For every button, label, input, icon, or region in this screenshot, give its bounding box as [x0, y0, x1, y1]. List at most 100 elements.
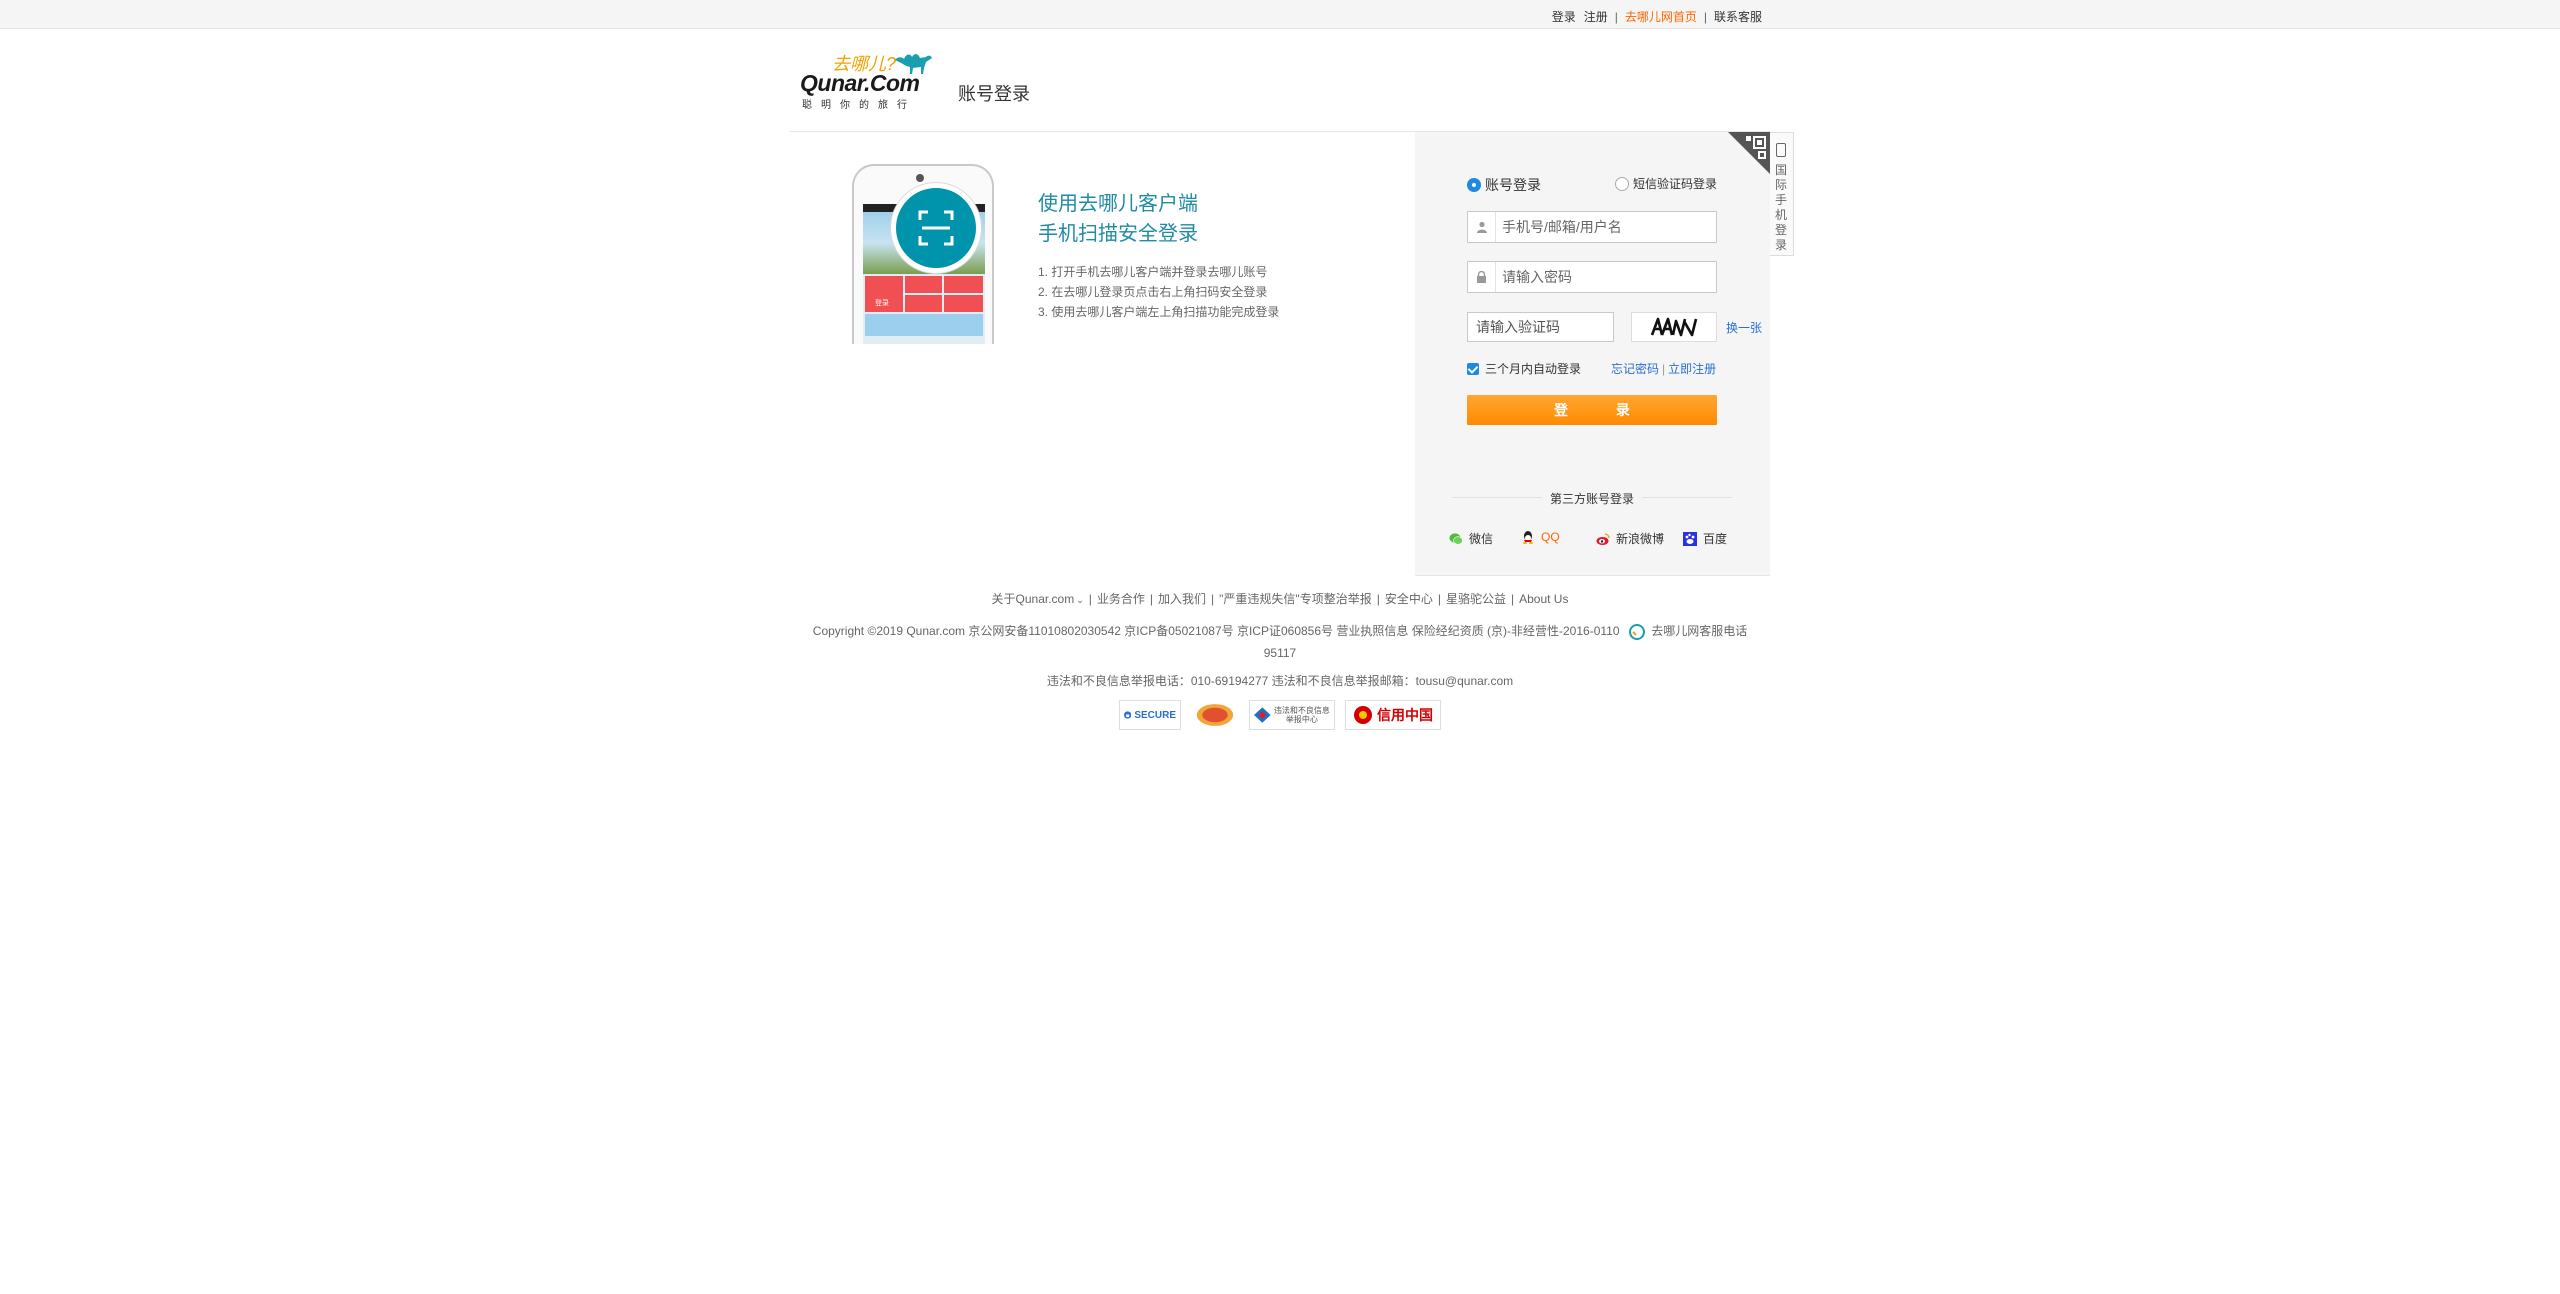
credit-china-badge[interactable]: 信用中国	[1345, 700, 1441, 730]
top-register-link[interactable]: 注册	[1584, 10, 1608, 24]
link-separator: |	[1149, 592, 1154, 606]
baidu-icon	[1683, 531, 1697, 546]
trust-badges: SECURE 违法和不良信息举报中心 信用中国	[790, 700, 1770, 730]
promo-step: 1. 打开手机去哪儿客户端并登录去哪儿账号	[1038, 265, 1268, 279]
captcha-image[interactable]	[1631, 312, 1717, 342]
qunar-logo[interactable]: 去哪儿? Qunar.Com 聪明你的旅行	[800, 46, 935, 111]
login-panel: 账号登录 短信验证码登录 换一张	[1415, 132, 1770, 575]
radio-selected-icon	[1467, 178, 1481, 192]
tab-account-login[interactable]: 账号登录	[1467, 175, 1541, 195]
footer: 关于Qunar.com ⌄ | 业务合作 | 加入我们 | "严重违规失信"专项整治举报 | 安全…	[790, 590, 1770, 730]
top-home-link[interactable]: 去哪儿网首页	[1625, 10, 1697, 24]
captcha-field	[1467, 312, 1614, 342]
remember-me[interactable]: 三个月内自动登录	[1467, 360, 1581, 377]
top-login-link[interactable]: 登录	[1552, 10, 1576, 24]
checkbox-checked-icon[interactable]	[1467, 362, 1479, 375]
remember-label: 三个月内自动登录	[1485, 362, 1582, 376]
phone-tile	[905, 295, 942, 312]
phone-tile	[944, 295, 983, 312]
secure-badge-label: SECURE	[1134, 709, 1176, 721]
credit-china-label: 信用中国	[1377, 707, 1433, 723]
scan-bubble	[891, 183, 981, 273]
top-links: 登录 注册 | 去哪儿网首页 | 联系客服	[1552, 8, 1762, 25]
login-button[interactable]: 登 录	[1467, 395, 1717, 425]
baidu-login[interactable]: 百度	[1683, 530, 1727, 547]
qq-label: QQ	[1541, 530, 1560, 544]
phone-tile	[905, 276, 942, 293]
register-now-link[interactable]: 立即注册	[1668, 362, 1716, 376]
forgot-password-link[interactable]: 忘记密码	[1611, 362, 1659, 376]
logo-slogan: 聪明你的旅行	[802, 100, 916, 111]
link-separator: |	[1376, 592, 1380, 606]
top-bar: 登录 注册 | 去哪儿网首页 | 联系客服	[0, 0, 2560, 29]
weibo-login[interactable]: 新浪微博	[1596, 530, 1664, 547]
third-party-list: 微信 QQ 新浪微博 百度	[1449, 530, 1749, 546]
phone-tile	[865, 314, 983, 336]
tab-sms-login[interactable]: 短信验证码登录	[1615, 175, 1717, 192]
footer-link-about[interactable]: 关于Qunar.com	[992, 592, 1075, 606]
login-main: 登录 使用去哪儿客户端 手机扫描安全登录 1. 打开手机去哪儿客户端并登录去哪儿…	[790, 132, 1794, 576]
footer-link-security[interactable]: 安全中心	[1385, 592, 1433, 606]
username-field	[1467, 211, 1717, 243]
wechat-label: 微信	[1469, 532, 1494, 546]
wechat-login[interactable]: 微信	[1449, 530, 1493, 547]
phone-tiles: 登录	[865, 276, 983, 336]
intl-phone-login-tab[interactable]: 国际手机登录	[1770, 132, 1794, 256]
login-tabs: 账号登录 短信验证码登录	[1467, 175, 1717, 195]
qunar-service-icon	[1628, 623, 1645, 640]
phone-tile: 登录	[865, 276, 903, 312]
secure-badge[interactable]: SECURE	[1119, 700, 1181, 730]
footer-link-jobs[interactable]: 加入我们	[1158, 592, 1206, 606]
footer-link-business[interactable]: 业务合作	[1097, 592, 1145, 606]
phone-tile-label: 登录	[875, 300, 889, 307]
top-separator: |	[1614, 10, 1618, 24]
national-emblem-icon	[1354, 706, 1372, 724]
lock-badge-icon	[1124, 711, 1132, 719]
tab-account-label: 账号登录	[1485, 177, 1541, 193]
promo-step: 3. 使用去哪儿客户端左上角扫描功能完成登录	[1038, 305, 1280, 319]
footer-link-about-us[interactable]: About Us	[1519, 592, 1568, 606]
link-separator: |	[1662, 362, 1666, 376]
report-center-label: 违法和不良信息举报中心	[1273, 706, 1330, 724]
qq-icon	[1523, 531, 1533, 544]
username-input[interactable]	[1502, 212, 1712, 242]
promo-step: 2. 在去哪儿登录页点击右上角扫码安全登录	[1038, 285, 1268, 299]
wechat-icon	[1449, 532, 1463, 545]
link-separator: |	[1510, 592, 1515, 606]
copyright: Copyright ©2019 Qunar.com 京公网安备110108020…	[790, 620, 1770, 664]
password-field	[1467, 261, 1717, 293]
page-title: 账号登录	[958, 84, 1030, 104]
captcha-input[interactable]	[1476, 313, 1611, 341]
account-links: 忘记密码 | 立即注册	[1611, 360, 1716, 377]
promo-title: 使用去哪儿客户端 手机扫描安全登录	[1038, 189, 1198, 249]
promo-steps: 1. 打开手机去哪儿客户端并登录去哪儿账号 2. 在去哪儿登录页点击右上角扫码安…	[1038, 262, 1279, 322]
police-badge[interactable]	[1191, 700, 1239, 730]
weibo-label: 新浪微博	[1616, 532, 1665, 546]
report-center-badge[interactable]: 违法和不良信息举报中心	[1249, 700, 1335, 730]
promo-panel: 登录 使用去哪儿客户端 手机扫描安全登录 1. 打开手机去哪儿客户端并登录去哪儿…	[790, 132, 1415, 576]
phone-speaker	[916, 174, 924, 182]
third-party-title: 第三方账号登录	[1452, 490, 1732, 507]
weibo-icon	[1596, 532, 1610, 545]
password-input[interactable]	[1502, 262, 1712, 292]
report-center-icon	[1254, 707, 1271, 723]
mobile-phone-icon	[1776, 143, 1786, 157]
scan-icon	[918, 210, 954, 246]
chevron-down-icon: ⌄	[1076, 595, 1084, 605]
footer-link-report[interactable]: "严重违规失信"专项整治举报	[1219, 592, 1372, 606]
link-separator: |	[1088, 592, 1092, 606]
qq-login[interactable]: QQ	[1521, 530, 1560, 544]
lock-icon	[1468, 262, 1496, 292]
footer-links: 关于Qunar.com ⌄ | 业务合作 | 加入我们 | "严重违规失信"专项整治举报 | 安全…	[790, 590, 1770, 608]
qr-code-toggle-icon[interactable]	[1728, 132, 1770, 174]
phone-tile	[944, 276, 983, 293]
footer-link-charity[interactable]: 星骆驼公益	[1446, 592, 1506, 606]
refresh-captcha-link[interactable]: 换一张	[1726, 319, 1762, 336]
logo-en-text: Qunar.Com	[800, 70, 920, 96]
top-contact-link[interactable]: 联系客服	[1714, 10, 1762, 24]
intl-phone-login-label: 国际手机登录	[1774, 163, 1787, 252]
promo-title-line1: 使用去哪儿客户端	[1038, 193, 1198, 215]
link-separator: |	[1437, 592, 1441, 606]
header: 去哪儿? Qunar.Com 聪明你的旅行 账号登录	[790, 40, 1770, 132]
copyright-text: Copyright ©2019 Qunar.com 京公网安备110108020…	[812, 624, 1620, 638]
